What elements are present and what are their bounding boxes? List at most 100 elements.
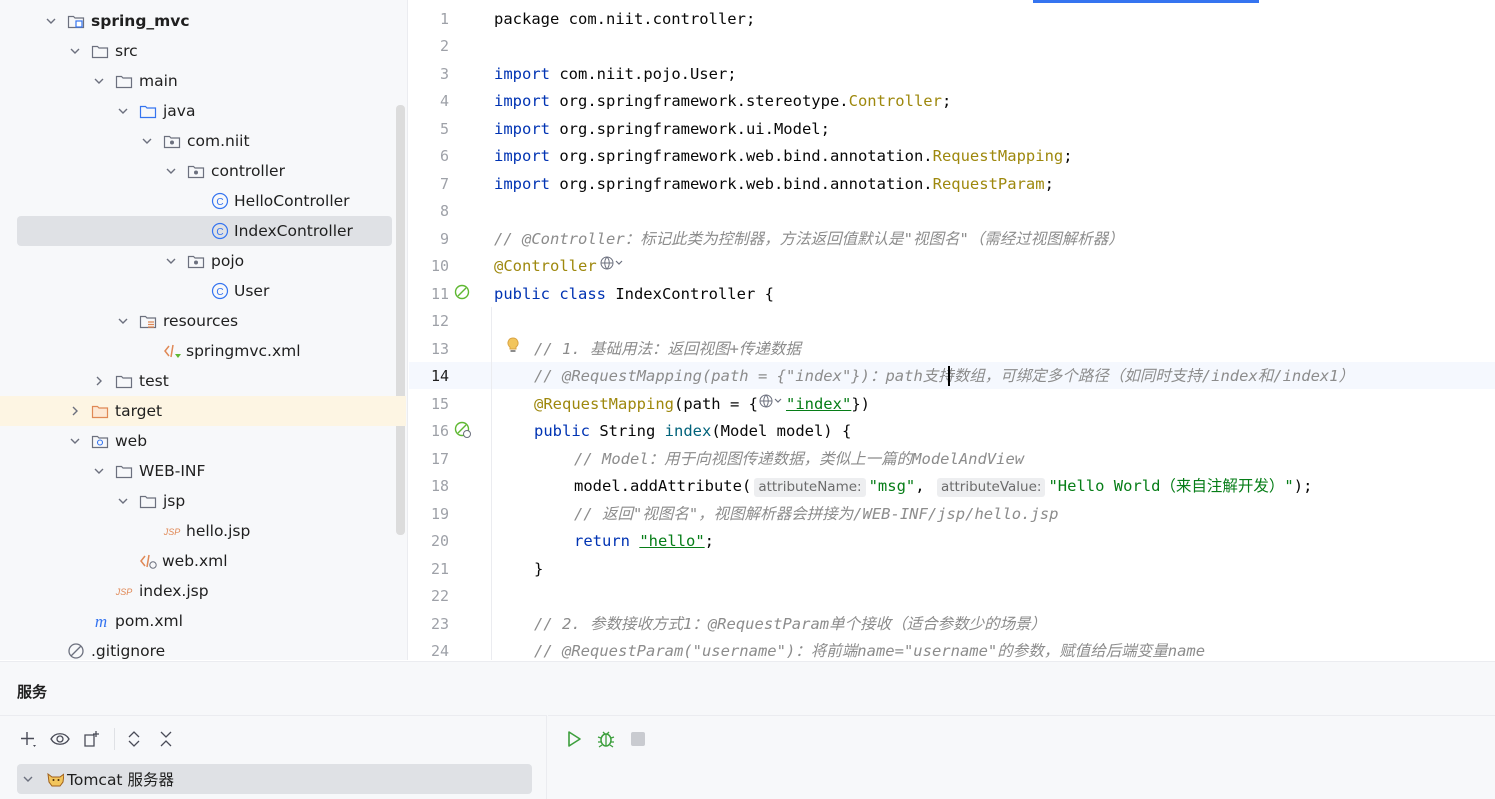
tree-item-hello-controller[interactable]: C HelloController (0, 186, 406, 216)
package-icon (187, 252, 205, 270)
chevron-down-icon[interactable] (93, 465, 105, 477)
code-line-10: @Controller (494, 253, 627, 280)
tree-item-user[interactable]: C User (0, 276, 406, 306)
debug-icon[interactable] (593, 726, 619, 752)
code-editor[interactable]: 1 2 3 4 5 6 7 8 9 10 11 12 13 14 15 16 1… (409, 0, 1495, 660)
stop-icon[interactable] (625, 726, 651, 752)
tree-item-springmvc-xml[interactable]: springmvc.xml (0, 336, 406, 366)
new-group-icon[interactable] (79, 726, 105, 752)
folder-icon (91, 42, 109, 60)
expand-all-icon[interactable] (121, 726, 147, 752)
code-line-15: @RequestMapping(path = {"index"}) (534, 391, 870, 418)
tomcat-icon (46, 770, 64, 788)
tree-item-java[interactable]: java (0, 96, 406, 126)
text-caret (948, 366, 950, 386)
code-line-17: // Model：用于向视图传递数据，类似上一篇的ModelAndView (574, 450, 1025, 468)
svg-text:m: m (95, 612, 107, 630)
chevron-right-icon[interactable] (69, 405, 81, 417)
collapse-all-icon[interactable] (153, 726, 179, 752)
tree-item-web-xml[interactable]: web.xml (0, 546, 406, 576)
jsp-file-icon: JSP (163, 522, 181, 540)
tree-item-label: index.jsp (139, 582, 209, 600)
code-line-24: // @RequestParam("username")：将前端name="us… (534, 642, 1206, 660)
chevron-down-icon[interactable] (117, 315, 129, 327)
tree-item-com-niit[interactable]: com.niit (0, 126, 406, 156)
chevron-down-icon[interactable] (117, 105, 129, 117)
tree-item-web[interactable]: web (0, 426, 406, 456)
tree-item-main[interactable]: main (0, 66, 406, 96)
chevron-down-icon[interactable] (141, 135, 153, 147)
chevron-down-icon[interactable] (45, 15, 57, 27)
chevron-right-icon[interactable] (93, 375, 105, 387)
lightbulb-icon[interactable] (504, 336, 522, 354)
svg-text:C: C (216, 287, 223, 298)
tree-item-gitignore[interactable]: .gitignore (0, 636, 406, 660)
line-number: 19 (430, 505, 449, 523)
code-line-11: public class IndexController { (494, 285, 774, 303)
maven-icon: m (91, 612, 109, 630)
line-number: 13 (430, 340, 449, 358)
ignored-file-icon (67, 642, 85, 660)
tree-item-jsp-folder[interactable]: jsp (0, 486, 406, 516)
line-number: 15 (430, 395, 449, 413)
line-number: 17 (430, 450, 449, 468)
line-number: 2 (439, 37, 449, 55)
tomcat-label: Tomcat 服务器 (67, 771, 174, 789)
tree-item-test[interactable]: test (0, 366, 406, 396)
globe-chevron-icon[interactable] (599, 253, 627, 280)
add-icon[interactable] (15, 726, 41, 752)
tree-item-spring-mvc[interactable]: spring_mvc (0, 6, 406, 36)
services-details-pane (548, 715, 1495, 799)
line-number: 3 (439, 65, 449, 83)
tree-item-pojo[interactable]: pojo (0, 246, 406, 276)
tree-item-label: springmvc.xml (186, 342, 301, 360)
tomcat-server-item[interactable]: Tomcat 服务器 (17, 764, 532, 794)
chevron-down-icon[interactable] (165, 165, 177, 177)
request-mapping-gutter-icon[interactable] (454, 421, 472, 439)
tree-item-src[interactable]: src (0, 36, 406, 66)
tree-item-hello-jsp[interactable]: JSP hello.jsp (0, 516, 406, 546)
chevron-down-icon[interactable] (69, 435, 81, 447)
web-folder-icon (91, 432, 109, 450)
chevron-down-icon[interactable] (69, 45, 81, 57)
tree-item-label: jsp (163, 492, 186, 510)
line-number: 24 (430, 642, 449, 660)
eye-icon[interactable] (47, 726, 73, 752)
spring-bean-gutter-icon[interactable] (454, 284, 472, 302)
web-xml-icon (139, 552, 157, 570)
class-icon: C (211, 282, 229, 300)
tree-item-pom-xml[interactable]: m pom.xml (0, 606, 406, 636)
code-line-14: // @RequestMapping(path = {"index"})：pat… (534, 367, 1355, 385)
class-icon: C (211, 222, 229, 240)
tree-item-index-jsp[interactable]: JSP index.jsp (0, 576, 406, 606)
tree-item-index-controller[interactable]: C IndexController (17, 216, 392, 246)
toolbar-separator (114, 728, 115, 750)
chevron-down-icon[interactable] (22, 773, 34, 785)
tree-item-label: hello.jsp (186, 522, 251, 540)
chevron-down-icon[interactable] (117, 495, 129, 507)
services-panel: 服务 Tomcat 服务器 (0, 661, 1495, 799)
tree-item-web-inf[interactable]: WEB-INF (0, 456, 406, 486)
tree-item-label: web (115, 432, 148, 450)
package-icon (187, 162, 205, 180)
code-line-21: } (534, 560, 544, 578)
tree-item-target[interactable]: target (0, 396, 406, 426)
line-number-current: 14 (430, 367, 449, 385)
param-hint: attributeName: (754, 478, 866, 497)
svg-text:C: C (216, 197, 223, 208)
tree-item-label: HelloController (234, 192, 350, 210)
code-line-9: // @Controller：标记此类为控制器，方法返回值默认是"视图名"（需经… (494, 230, 1124, 248)
tree-item-label: IndexController (234, 222, 353, 240)
source-folder-icon (139, 102, 157, 120)
code-line-23: // 2. 参数接收方式1：@RequestParam单个接收（适合参数少的场景… (534, 615, 1047, 633)
line-number: 11 (430, 285, 449, 303)
tree-item-controller[interactable]: controller (0, 156, 406, 186)
tree-item-label: web.xml (162, 552, 228, 570)
globe-chevron-icon[interactable] (758, 391, 786, 418)
run-icon[interactable] (561, 726, 587, 752)
chevron-down-icon[interactable] (165, 255, 177, 267)
chevron-down-icon[interactable] (93, 75, 105, 87)
line-number: 18 (430, 477, 449, 495)
tree-item-resources[interactable]: resources (0, 306, 406, 336)
line-number: 1 (439, 10, 449, 28)
